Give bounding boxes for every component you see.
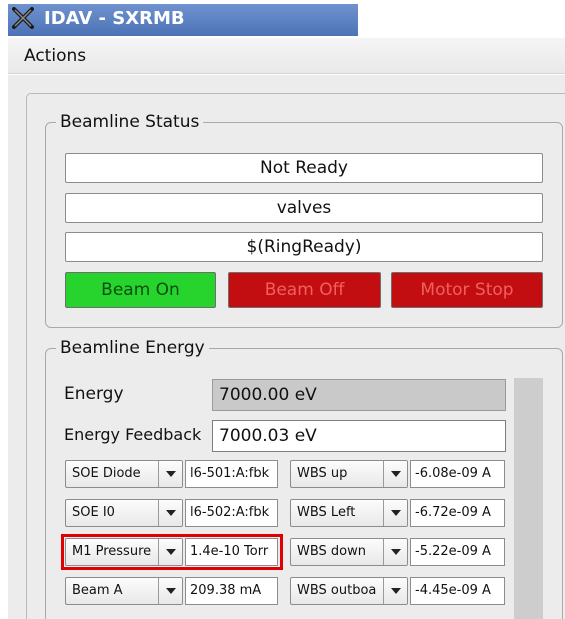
main-panel: Beamline Status Not Ready valves $(RingR…	[8, 75, 565, 619]
dropdown-arrow-icon	[158, 500, 182, 526]
energy-feedback-label: Energy Feedback	[64, 425, 202, 444]
detector-select-wbs-up[interactable]: WBS up	[290, 460, 408, 488]
energy-label: Energy	[64, 384, 124, 404]
energy-value: 7000.00 eV	[212, 379, 506, 411]
beamline-status-field-2: valves	[65, 193, 543, 223]
detector-select-soe-i0[interactable]: SOE I0	[65, 499, 183, 527]
m1-pressure-highlight	[61, 534, 283, 570]
detector-value-wbs-left: -6.72e-09 A	[410, 499, 505, 527]
beamline-status-field-3: $(RingReady)	[65, 232, 543, 262]
detector-select-beam-a[interactable]: Beam A	[65, 577, 183, 605]
beam-off-button[interactable]: Beam Off	[228, 272, 381, 308]
dropdown-arrow-icon	[383, 578, 407, 604]
detector-value-soe-i0: l6-502:A:fbk	[185, 499, 278, 527]
beamline-status-title: Beamline Status	[56, 112, 204, 132]
energy-scrollbar[interactable]	[514, 378, 543, 619]
beamline-energy-title: Beamline Energy	[56, 338, 209, 358]
detector-value-wbs-down: -5.22e-09 A	[410, 538, 505, 566]
dropdown-arrow-icon	[158, 578, 182, 604]
dropdown-arrow-icon	[383, 461, 407, 487]
detector-select-soe-diode[interactable]: SOE Diode	[65, 460, 183, 488]
dropdown-arrow-icon	[158, 461, 182, 487]
detector-value-wbs-outboard: -4.45e-09 A	[410, 577, 505, 605]
dropdown-arrow-icon	[383, 500, 407, 526]
title-bar: IDAV - SXRMB	[0, 0, 565, 38]
menu-bar: Actions	[8, 38, 565, 74]
detector-value-wbs-up: -6.08e-09 A	[410, 460, 505, 488]
beamline-status-field-1: Not Ready	[65, 153, 543, 183]
detector-select-wbs-left[interactable]: WBS Left	[290, 499, 408, 527]
beam-on-button[interactable]: Beam On	[65, 272, 216, 308]
detector-value-beam-a: 209.38 mA	[185, 577, 278, 605]
app-x-icon	[12, 7, 34, 29]
window-title: IDAV - SXRMB	[44, 8, 185, 29]
menu-actions[interactable]: Actions	[24, 46, 86, 66]
detector-select-wbs-down[interactable]: WBS down	[290, 538, 408, 566]
detector-select-wbs-outboard[interactable]: WBS outboa	[290, 577, 408, 605]
dropdown-arrow-icon	[383, 539, 407, 565]
detector-value-soe-diode: l6-501:A:fbk	[185, 460, 278, 488]
energy-feedback-value: 7000.03 eV	[212, 420, 506, 452]
motor-stop-button[interactable]: Motor Stop	[391, 272, 543, 308]
